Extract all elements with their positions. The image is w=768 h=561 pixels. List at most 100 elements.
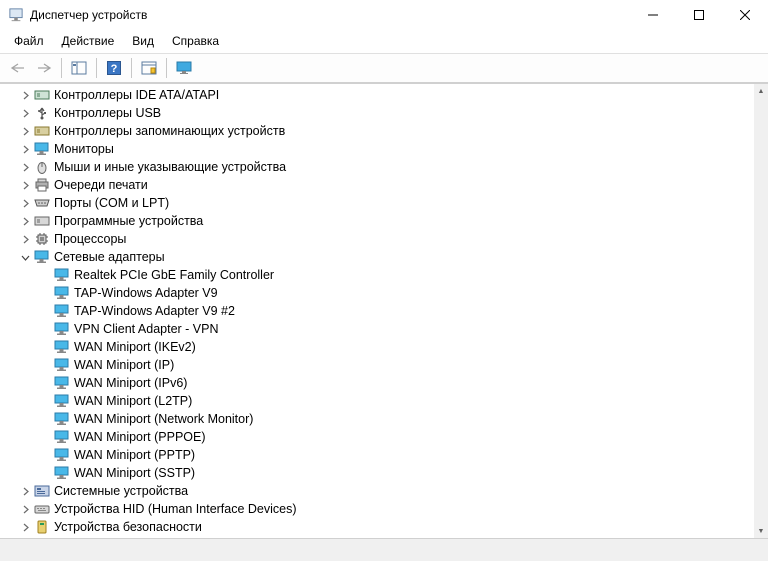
window-title: Диспетчер устройств bbox=[30, 8, 147, 22]
menu-action[interactable]: Действие bbox=[54, 32, 123, 50]
monitor-button[interactable] bbox=[172, 57, 196, 79]
toolbar-separator bbox=[96, 58, 97, 78]
device-item[interactable]: TAP-Windows Adapter V9 bbox=[0, 284, 754, 302]
system-icon bbox=[34, 483, 50, 499]
tree-item-label: TAP-Windows Adapter V9 #2 bbox=[74, 304, 235, 318]
category-item[interactable]: Мыши и иные указывающие устройства bbox=[0, 158, 754, 176]
category-item[interactable]: Контроллеры запоминающих устройств bbox=[0, 122, 754, 140]
tree-item-label: Контроллеры USB bbox=[54, 106, 161, 120]
toolbar: ? bbox=[0, 53, 768, 83]
chevron-right-icon[interactable] bbox=[18, 178, 32, 192]
network-icon bbox=[54, 303, 70, 319]
cpu-icon bbox=[34, 231, 50, 247]
device-item[interactable]: WAN Miniport (IP) bbox=[0, 356, 754, 374]
chevron-right-icon[interactable] bbox=[18, 520, 32, 534]
device-item[interactable]: WAN Miniport (IPv6) bbox=[0, 374, 754, 392]
tree-item-label: TAP-Windows Adapter V9 bbox=[74, 286, 218, 300]
port-icon bbox=[34, 195, 50, 211]
chevron-right-icon[interactable] bbox=[18, 106, 32, 120]
device-item[interactable]: WAN Miniport (PPTP) bbox=[0, 446, 754, 464]
device-item[interactable]: WAN Miniport (SSTP) bbox=[0, 464, 754, 482]
chevron-right-icon[interactable] bbox=[18, 124, 32, 138]
menu-file[interactable]: Файл bbox=[6, 32, 52, 50]
app-icon bbox=[8, 7, 24, 23]
category-item[interactable]: Мониторы bbox=[0, 140, 754, 158]
ide-icon bbox=[34, 87, 50, 103]
tree-item-label: Порты (COM и LPT) bbox=[54, 196, 169, 210]
toolbar-separator bbox=[131, 58, 132, 78]
back-button[interactable] bbox=[6, 57, 30, 79]
tree-item-label: Очереди печати bbox=[54, 178, 148, 192]
tree-item-label: WAN Miniport (PPPOE) bbox=[74, 430, 206, 444]
network-icon bbox=[54, 339, 70, 355]
chevron-right-icon[interactable] bbox=[18, 502, 32, 516]
category-item[interactable]: Очереди печати bbox=[0, 176, 754, 194]
menu-view[interactable]: Вид bbox=[124, 32, 162, 50]
close-button[interactable] bbox=[722, 0, 768, 30]
category-item[interactable]: Процессоры bbox=[0, 230, 754, 248]
device-item[interactable]: VPN Client Adapter - VPN bbox=[0, 320, 754, 338]
tree-item-label: Процессоры bbox=[54, 232, 126, 246]
network-icon bbox=[54, 321, 70, 337]
network-icon bbox=[54, 267, 70, 283]
scroll-up-icon[interactable]: ▲ bbox=[754, 84, 768, 98]
tree-item-label: Программные устройства bbox=[54, 214, 203, 228]
scroll-down-icon[interactable]: ▼ bbox=[754, 524, 768, 538]
device-item[interactable]: TAP-Windows Adapter V9 #2 bbox=[0, 302, 754, 320]
network-icon bbox=[54, 429, 70, 445]
category-item[interactable]: Порты (COM и LPT) bbox=[0, 194, 754, 212]
network-icon bbox=[54, 285, 70, 301]
software-icon bbox=[34, 213, 50, 229]
tree-item-label: WAN Miniport (SSTP) bbox=[74, 466, 195, 480]
tree-item-label: WAN Miniport (IKEv2) bbox=[74, 340, 196, 354]
minimize-button[interactable] bbox=[630, 0, 676, 30]
tree-item-label: Контроллеры IDE ATA/ATAPI bbox=[54, 88, 219, 102]
toolbar-separator bbox=[61, 58, 62, 78]
chevron-right-icon[interactable] bbox=[18, 232, 32, 246]
category-item[interactable]: Устройства HID (Human Interface Devices) bbox=[0, 500, 754, 518]
tree-item-label: WAN Miniport (L2TP) bbox=[74, 394, 192, 408]
vertical-scrollbar[interactable]: ▲ ▼ bbox=[754, 84, 768, 538]
maximize-button[interactable] bbox=[676, 0, 722, 30]
scan-hardware-button[interactable] bbox=[137, 57, 161, 79]
network-icon bbox=[54, 393, 70, 409]
device-item[interactable]: WAN Miniport (L2TP) bbox=[0, 392, 754, 410]
device-item[interactable]: Realtek PCIe GbE Family Controller bbox=[0, 266, 754, 284]
menubar: Файл Действие Вид Справка bbox=[0, 30, 768, 53]
chevron-right-icon[interactable] bbox=[18, 214, 32, 228]
monitor-icon bbox=[34, 141, 50, 157]
svg-text:?: ? bbox=[111, 63, 118, 75]
menu-help[interactable]: Справка bbox=[164, 32, 227, 50]
mouse-icon bbox=[34, 159, 50, 175]
category-item[interactable]: Программные устройства bbox=[0, 212, 754, 230]
chevron-right-icon[interactable] bbox=[18, 142, 32, 156]
help-button[interactable]: ? bbox=[102, 57, 126, 79]
show-hide-tree-button[interactable] bbox=[67, 57, 91, 79]
category-item[interactable]: Устройства безопасности bbox=[0, 518, 754, 536]
tree-item-label: Устройства HID (Human Interface Devices) bbox=[54, 502, 297, 516]
chevron-right-icon[interactable] bbox=[18, 88, 32, 102]
category-network-adapters[interactable]: Сетевые адаптеры bbox=[0, 248, 754, 266]
chevron-right-icon[interactable] bbox=[18, 484, 32, 498]
device-item[interactable]: WAN Miniport (IKEv2) bbox=[0, 338, 754, 356]
device-item[interactable]: WAN Miniport (Network Monitor) bbox=[0, 410, 754, 428]
network-icon bbox=[54, 465, 70, 481]
hid-icon bbox=[34, 501, 50, 517]
chevron-down-icon[interactable] bbox=[18, 250, 32, 264]
network-icon bbox=[54, 447, 70, 463]
device-item[interactable]: WAN Miniport (PPPOE) bbox=[0, 428, 754, 446]
network-icon bbox=[54, 411, 70, 427]
tree-item-label: WAN Miniport (IP) bbox=[74, 358, 174, 372]
forward-button[interactable] bbox=[32, 57, 56, 79]
tree-item-label: WAN Miniport (Network Monitor) bbox=[74, 412, 253, 426]
tree-item-label: VPN Client Adapter - VPN bbox=[74, 322, 219, 336]
tree-item-label: Системные устройства bbox=[54, 484, 188, 498]
chevron-right-icon[interactable] bbox=[18, 196, 32, 210]
category-item[interactable]: Контроллеры USB bbox=[0, 104, 754, 122]
tree-item-label: Мониторы bbox=[54, 142, 114, 156]
chevron-right-icon[interactable] bbox=[18, 160, 32, 174]
category-item[interactable]: Системные устройства bbox=[0, 482, 754, 500]
network-icon bbox=[54, 375, 70, 391]
category-item[interactable]: Контроллеры IDE ATA/ATAPI bbox=[0, 86, 754, 104]
device-tree[interactable]: Контроллеры IDE ATA/ATAPI Контроллеры USB… bbox=[0, 84, 754, 538]
